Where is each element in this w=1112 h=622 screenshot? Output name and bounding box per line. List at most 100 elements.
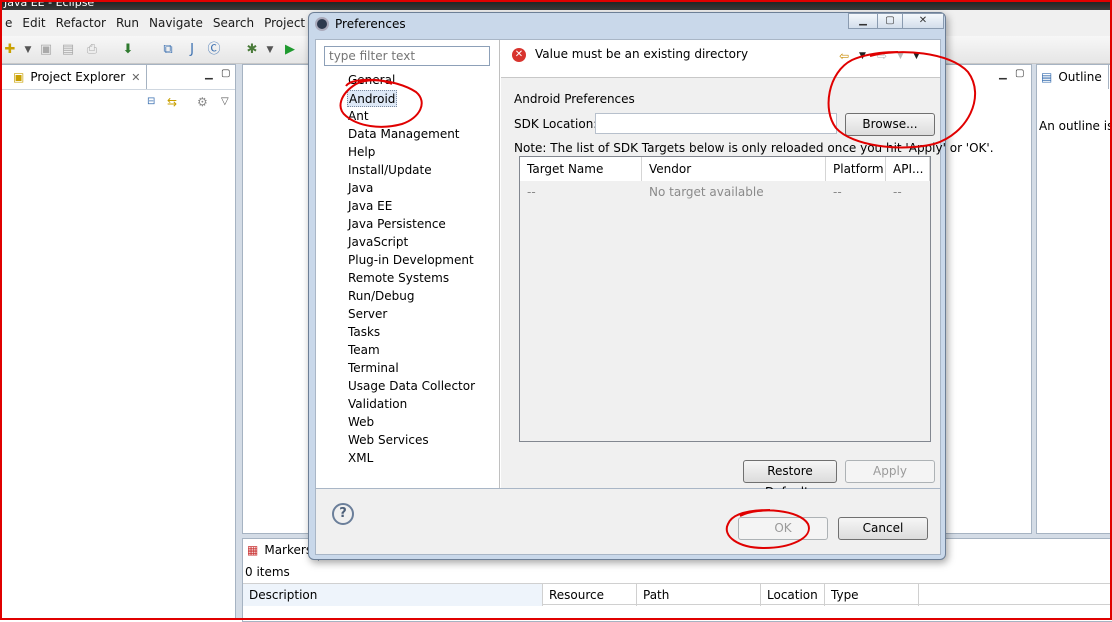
- tree-item-javascript[interactable]: JavaScript: [347, 234, 409, 251]
- tree-item-web[interactable]: Web: [347, 414, 375, 431]
- cancel-button[interactable]: Cancel: [838, 517, 928, 540]
- help-icon[interactable]: ?: [332, 503, 354, 525]
- outline-message: An outline is n: [1039, 119, 1112, 133]
- page-menu-icon[interactable]: ▼: [913, 51, 920, 61]
- tree-item-web-services[interactable]: Web Services: [347, 432, 430, 449]
- column-location[interactable]: Location: [761, 584, 825, 606]
- folder-icon: ▣: [13, 70, 25, 84]
- column-resource[interactable]: Resource: [543, 584, 637, 606]
- new-class-icon[interactable]: Ⓒ: [206, 42, 222, 58]
- cell-platform: --: [833, 185, 842, 199]
- new-icon[interactable]: ✚: [2, 42, 18, 58]
- column-platform[interactable]: Platform: [826, 157, 886, 181]
- collapse-all-icon[interactable]: ⊟: [147, 96, 155, 107]
- dialog-maximize-button[interactable]: ▢: [877, 13, 903, 29]
- tree-item-server[interactable]: Server: [347, 306, 388, 323]
- editor-maximize-icon[interactable]: ▢: [1015, 68, 1024, 79]
- column-vendor[interactable]: Vendor: [642, 157, 826, 181]
- link-editor-icon[interactable]: ⇆: [167, 95, 177, 109]
- error-icon: ✕: [512, 48, 526, 62]
- filter-input[interactable]: [324, 46, 490, 66]
- outline-view: ▤ Outline An outline is n: [1036, 64, 1112, 534]
- sdk-location-label: SDK Location:: [514, 117, 598, 131]
- editor-minimize-icon[interactable]: ▁: [999, 69, 1007, 80]
- new-java-icon[interactable]: J: [184, 42, 200, 58]
- cell-vendor: No target available: [649, 185, 764, 199]
- maximize-icon[interactable]: ▢: [221, 68, 230, 79]
- sdk-location-input[interactable]: [595, 113, 837, 134]
- preference-tree-pane: General Android Ant Data Management Help…: [316, 40, 500, 488]
- sdk-targets-table: Target Name Vendor Platform API... -- No…: [519, 156, 931, 442]
- eclipse-logo-icon: [315, 17, 329, 31]
- column-target-name[interactable]: Target Name: [520, 157, 642, 181]
- project-explorer-toolbar: ⊟ ⇆ ⚙ ▽: [1, 89, 235, 115]
- tree-item-remote-systems[interactable]: Remote Systems: [347, 270, 450, 287]
- tree-item-java-persistence[interactable]: Java Persistence: [347, 216, 447, 233]
- menu-edit[interactable]: Edit: [17, 16, 50, 30]
- tree-item-java[interactable]: Java: [347, 180, 374, 197]
- open-type-icon[interactable]: ⧉: [160, 42, 176, 58]
- outline-tab[interactable]: ▤ Outline: [1037, 65, 1109, 89]
- view-menu-dropdown-icon[interactable]: ▽: [221, 96, 229, 107]
- message-bar: ✕ Value must be an existing directory ⇦ …: [501, 40, 940, 78]
- tree-item-plugin-development[interactable]: Plug-in Development: [347, 252, 475, 269]
- outline-icon: ▤: [1041, 70, 1053, 84]
- markers-table-header: Description Resource Path Location Type: [243, 583, 1112, 606]
- tree-item-android[interactable]: Android: [347, 90, 398, 107]
- browse-button[interactable]: Browse...: [845, 113, 935, 136]
- save-icon[interactable]: ▣: [38, 42, 54, 58]
- column-type[interactable]: Type: [825, 584, 919, 606]
- page-heading: Android Preferences: [514, 92, 635, 106]
- tree-item-xml[interactable]: XML: [347, 450, 374, 467]
- tree-item-ant[interactable]: Ant: [347, 108, 370, 125]
- column-path[interactable]: Path: [637, 584, 761, 606]
- error-message: Value must be an existing directory: [535, 47, 749, 61]
- print-icon[interactable]: ⎙: [84, 42, 100, 58]
- debug-dropdown-icon[interactable]: ▼: [262, 42, 278, 58]
- tree-item-help[interactable]: Help: [347, 144, 376, 161]
- restore-defaults-button[interactable]: Restore Defaults: [743, 460, 837, 499]
- cell-api: --: [893, 185, 902, 199]
- menu-project[interactable]: Project: [259, 16, 310, 30]
- tree-item-java-ee[interactable]: Java EE: [347, 198, 393, 215]
- view-menu-icon[interactable]: ⚙: [197, 95, 208, 109]
- tree-item-usage-data-collector[interactable]: Usage Data Collector: [347, 378, 476, 395]
- back-arrow-icon[interactable]: ⇦: [839, 49, 849, 63]
- forward-arrow-icon[interactable]: ⇨: [877, 49, 887, 63]
- menu-run[interactable]: Run: [111, 16, 144, 30]
- menu-file[interactable]: e: [0, 16, 17, 30]
- tree-item-tasks[interactable]: Tasks: [347, 324, 381, 341]
- tree-item-install-update[interactable]: Install/Update: [347, 162, 433, 179]
- close-icon[interactable]: ✕: [131, 71, 140, 84]
- project-explorer-tab[interactable]: ▣ Project Explorer ✕: [1, 65, 148, 89]
- menu-search[interactable]: Search: [208, 16, 259, 30]
- dialog-close-button[interactable]: ✕: [902, 13, 944, 29]
- markers-count: 0 items: [245, 565, 290, 579]
- outline-title: Outline: [1058, 70, 1102, 84]
- tree-item-general[interactable]: General: [347, 72, 396, 89]
- column-api[interactable]: API...: [886, 157, 930, 181]
- tree-item-terminal[interactable]: Terminal: [347, 360, 400, 377]
- preference-page: ✕ Value must be an existing directory ⇦ …: [501, 40, 994, 499]
- dialog-minimize-button[interactable]: ▁: [848, 13, 878, 29]
- download-icon[interactable]: ⬇: [120, 42, 136, 58]
- minimize-icon[interactable]: ▁: [205, 69, 213, 80]
- ok-button[interactable]: OK: [738, 517, 828, 540]
- tree-item-validation[interactable]: Validation: [347, 396, 408, 413]
- cell-target-name: --: [527, 185, 536, 199]
- menu-refactor[interactable]: Refactor: [51, 16, 111, 30]
- project-explorer-view: ▣ Project Explorer ✕ ▁ ▢ ⊟ ⇆ ⚙ ▽: [0, 64, 236, 620]
- menu-navigate[interactable]: Navigate: [144, 16, 208, 30]
- tree-item-data-management[interactable]: Data Management: [347, 126, 461, 143]
- forward-dropdown-icon[interactable]: ▼: [897, 51, 904, 61]
- sdk-note: Note: The list of SDK Targets below is o…: [514, 141, 994, 155]
- run-icon[interactable]: ▶: [282, 42, 298, 58]
- tree-item-run-debug[interactable]: Run/Debug: [347, 288, 416, 305]
- debug-icon[interactable]: ✱: [244, 42, 260, 58]
- apply-button[interactable]: Apply: [845, 460, 935, 483]
- dropdown-icon[interactable]: ▼: [20, 42, 36, 58]
- save-all-icon[interactable]: ▤: [60, 42, 76, 58]
- back-dropdown-icon[interactable]: ▼: [859, 51, 866, 61]
- column-description[interactable]: Description: [243, 584, 543, 606]
- tree-item-team[interactable]: Team: [347, 342, 381, 359]
